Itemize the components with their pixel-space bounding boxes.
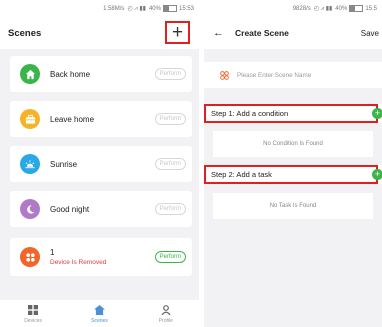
scene-name-placeholder: Please Enter Scene Name xyxy=(237,71,312,79)
step2-label: Step 2: Add a task xyxy=(211,170,272,179)
bottom-tab-bar: Devices Scenes Profile xyxy=(0,300,199,327)
scene-name: Back home xyxy=(50,69,91,79)
task-empty-text: No Task Is Found xyxy=(269,203,317,209)
step1-row[interactable]: Step 1: Add a condition + xyxy=(204,104,382,123)
perform-button[interactable]: Perform xyxy=(154,203,186,215)
home-tab-icon xyxy=(94,305,105,315)
scene-card-leave-home[interactable]: Leave home Perform xyxy=(10,101,192,137)
sunrise-icon xyxy=(20,154,40,174)
scene-title: 1 xyxy=(50,247,55,257)
scene-warning: Device Is Removed xyxy=(50,258,107,266)
create-scene-screen: 9828/s ◴ ⩘ ▮▮ 40% 15:5 ← Create Scene Sa… xyxy=(204,0,382,327)
scene-card-back-home[interactable]: Back home Perform xyxy=(10,56,192,92)
tab-devices[interactable]: Devices xyxy=(13,305,53,324)
perform-button[interactable]: Perform xyxy=(154,158,186,170)
tab-scenes[interactable]: Scenes xyxy=(79,305,119,324)
scene-name: Leave home xyxy=(50,114,95,124)
status-time: 15:5 xyxy=(365,5,377,12)
scene-name: Sunrise xyxy=(50,159,78,169)
step1-label: Step 1: Add a condition xyxy=(211,109,289,118)
scene-name: 1 Device Is Removed xyxy=(50,248,155,267)
battery-icon xyxy=(162,5,177,12)
scene-name-field[interactable]: Please Enter Scene Name xyxy=(204,62,382,88)
task-empty-card: No Task Is Found xyxy=(213,193,373,219)
home-icon xyxy=(20,64,40,84)
status-battery: 40% xyxy=(335,5,348,12)
page-title: Create Scene xyxy=(235,28,289,38)
status-battery: 40% xyxy=(148,5,161,12)
back-arrow-icon[interactable]: ← xyxy=(213,27,231,39)
moon-icon xyxy=(20,199,40,219)
profile-tab-icon xyxy=(161,305,171,315)
perform-button[interactable]: Perform xyxy=(154,113,186,125)
signal-icon: ◴ ⩘ ▮▮ xyxy=(313,5,333,12)
tab-profile[interactable]: Profile xyxy=(146,305,186,324)
save-button[interactable]: Save xyxy=(361,29,379,38)
create-scene-header: ← Create Scene Save xyxy=(204,17,382,49)
status-speed: 9828/s xyxy=(292,5,311,12)
scene-card-good-night[interactable]: Good night Perform xyxy=(10,191,192,227)
plus-icon: + xyxy=(171,22,184,43)
tab-label: Devices xyxy=(24,318,43,324)
condition-empty-card: No Condition Is Found xyxy=(213,131,373,157)
add-condition-plus-icon[interactable]: + xyxy=(372,108,382,119)
status-speed: 1.58M/s xyxy=(103,5,125,12)
battery-icon xyxy=(349,5,364,12)
perform-button[interactable]: Perform xyxy=(154,68,186,80)
scenes-header: Scenes + xyxy=(0,17,199,49)
scene-card-1[interactable]: 1 Device Is Removed Perform xyxy=(10,238,192,276)
step2-row[interactable]: Step 2: Add a task + xyxy=(204,165,382,184)
status-bar: 9828/s ◴ ⩘ ▮▮ 40% 15:5 xyxy=(204,0,382,17)
scene-card-sunrise[interactable]: Sunrise Perform xyxy=(10,146,192,182)
add-scene-button[interactable]: + xyxy=(165,21,190,44)
scene-grid-icon xyxy=(220,70,229,80)
perform-button[interactable]: Perform xyxy=(154,251,186,263)
grid-tab-icon xyxy=(28,305,39,315)
page-title: Scenes xyxy=(8,27,42,39)
status-bar: 1.58M/s ◴ ⩘ ▮▮ 40% 15:53 xyxy=(0,0,199,17)
status-time: 15:53 xyxy=(178,5,194,12)
briefcase-icon xyxy=(20,109,40,129)
add-task-plus-icon[interactable]: + xyxy=(372,169,382,180)
signal-icon: ◴ ⩘ ▮▮ xyxy=(127,5,146,12)
scenes-screen: 1.58M/s ◴ ⩘ ▮▮ 40% 15:53 Scenes + Back h… xyxy=(0,0,199,327)
grid-icon xyxy=(20,247,40,267)
scene-name: Good night xyxy=(50,204,90,214)
tab-label: Profile xyxy=(158,318,173,324)
tab-label: Scenes xyxy=(91,318,108,324)
condition-empty-text: No Condition Is Found xyxy=(263,141,323,147)
